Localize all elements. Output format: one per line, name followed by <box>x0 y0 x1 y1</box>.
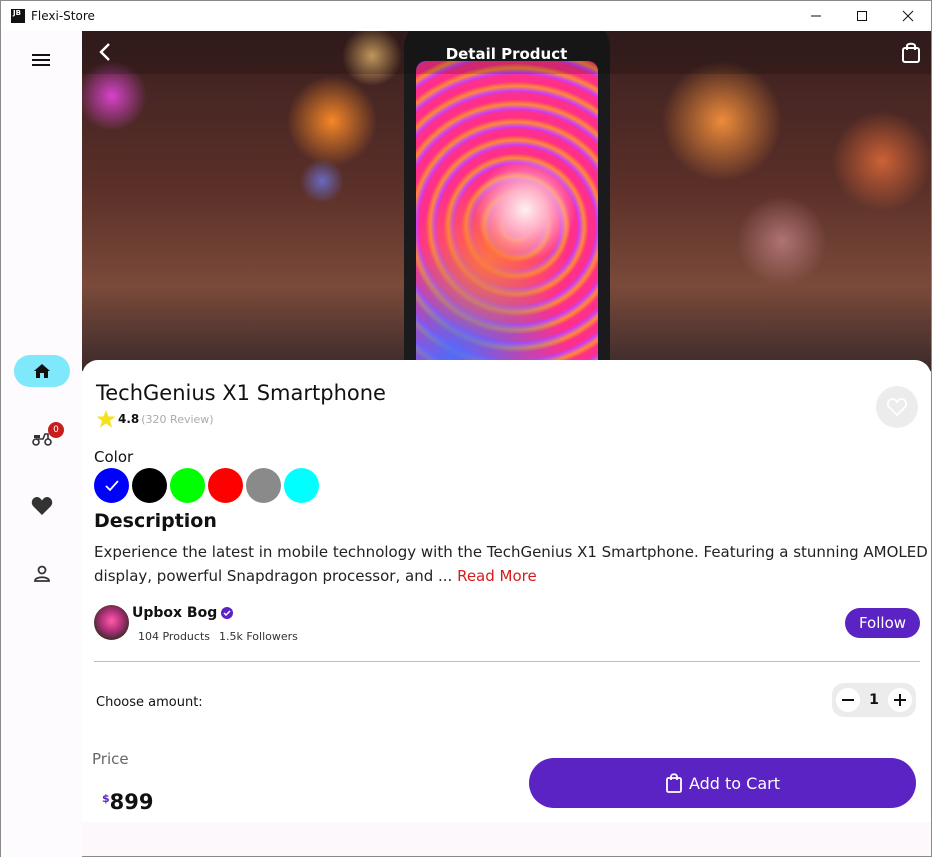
price-label: Price <box>92 750 129 768</box>
color-swatches <box>94 468 319 503</box>
close-icon <box>902 10 914 22</box>
title-bar: JB Flexi-Store <box>1 1 931 31</box>
read-more-link[interactable]: Read More <box>457 567 537 585</box>
add-to-cart-label: Add to Cart <box>688 773 781 793</box>
seller-followers: 1.5k Followers <box>219 630 298 643</box>
follow-button[interactable]: Follow <box>845 608 920 638</box>
quantity-stepper: 1 <box>832 683 916 717</box>
color-swatch[interactable] <box>284 468 319 503</box>
review-count: (320 Review) <box>141 412 214 426</box>
nav-rail: 0 <box>1 31 82 857</box>
price-value: 899 <box>109 790 154 814</box>
color-swatch[interactable] <box>132 468 167 503</box>
price: $ 899 <box>102 790 154 814</box>
color-swatch[interactable] <box>246 468 281 503</box>
decrement-button[interactable] <box>836 688 860 712</box>
divider <box>94 661 920 662</box>
heart-outline-icon <box>887 398 907 417</box>
minimize-icon <box>811 15 821 17</box>
nav-delivery[interactable]: 0 <box>14 422 70 454</box>
star-icon <box>96 410 116 428</box>
person-icon <box>34 565 50 582</box>
verified-icon <box>221 607 234 619</box>
heart-icon <box>31 497 53 515</box>
color-label: Color <box>94 448 134 466</box>
seller-name-row: Upbox Bog <box>132 605 234 621</box>
seller-name[interactable]: Upbox Bog <box>132 605 217 621</box>
window-title: Flexi-Store <box>31 9 95 23</box>
home-icon <box>34 364 50 378</box>
currency-symbol: $ <box>102 792 110 805</box>
seller-stats: 104 Products 1.5k Followers <box>138 630 298 643</box>
nav-profile[interactable] <box>14 558 70 590</box>
product-detail-card: TechGenius X1 Smartphone 4.8 (320 Review… <box>82 360 931 822</box>
seller-products: 104 Products <box>138 630 210 643</box>
phone-screen <box>416 61 598 371</box>
color-swatch[interactable] <box>208 468 243 503</box>
delivery-badge: 0 <box>48 422 64 438</box>
description-title: Description <box>94 510 217 532</box>
rating: 4.8 (320 Review) <box>96 410 214 428</box>
nav-favorites[interactable] <box>14 490 70 522</box>
product-name: TechGenius X1 Smartphone <box>96 381 386 405</box>
description-text: Experience the latest in mobile technolo… <box>94 540 930 588</box>
nav-home[interactable] <box>14 355 70 387</box>
quantity-label: Choose amount: <box>96 695 203 710</box>
bag-button[interactable] <box>900 41 924 65</box>
rating-value: 4.8 <box>118 412 140 426</box>
shopping-bag-icon <box>666 773 682 793</box>
shopping-bag-icon <box>902 42 920 63</box>
hamburger-icon <box>32 54 50 66</box>
minus-icon <box>842 699 854 701</box>
app-icon: JB <box>11 9 25 23</box>
maximize-icon <box>857 11 867 21</box>
favorite-button[interactable] <box>876 386 918 428</box>
minimize-button-2[interactable] <box>793 1 839 31</box>
app-window: JB Flexi-Store 0 Detail Product TechGeni… <box>0 0 932 857</box>
seller-avatar[interactable] <box>94 605 129 640</box>
page-title: Detail Product <box>445 45 568 63</box>
color-swatch[interactable] <box>94 468 129 503</box>
quantity-value: 1 <box>869 692 879 708</box>
color-swatch[interactable] <box>170 468 205 503</box>
maximize-button[interactable] <box>839 1 885 31</box>
menu-button[interactable] <box>30 51 54 69</box>
check-icon <box>104 479 119 491</box>
plus-icon <box>894 694 906 706</box>
increment-button[interactable] <box>888 688 912 712</box>
add-to-cart-button[interactable]: Add to Cart <box>529 758 916 808</box>
close-button[interactable] <box>885 1 931 31</box>
product-hero-image: Detail Product <box>82 31 931 371</box>
